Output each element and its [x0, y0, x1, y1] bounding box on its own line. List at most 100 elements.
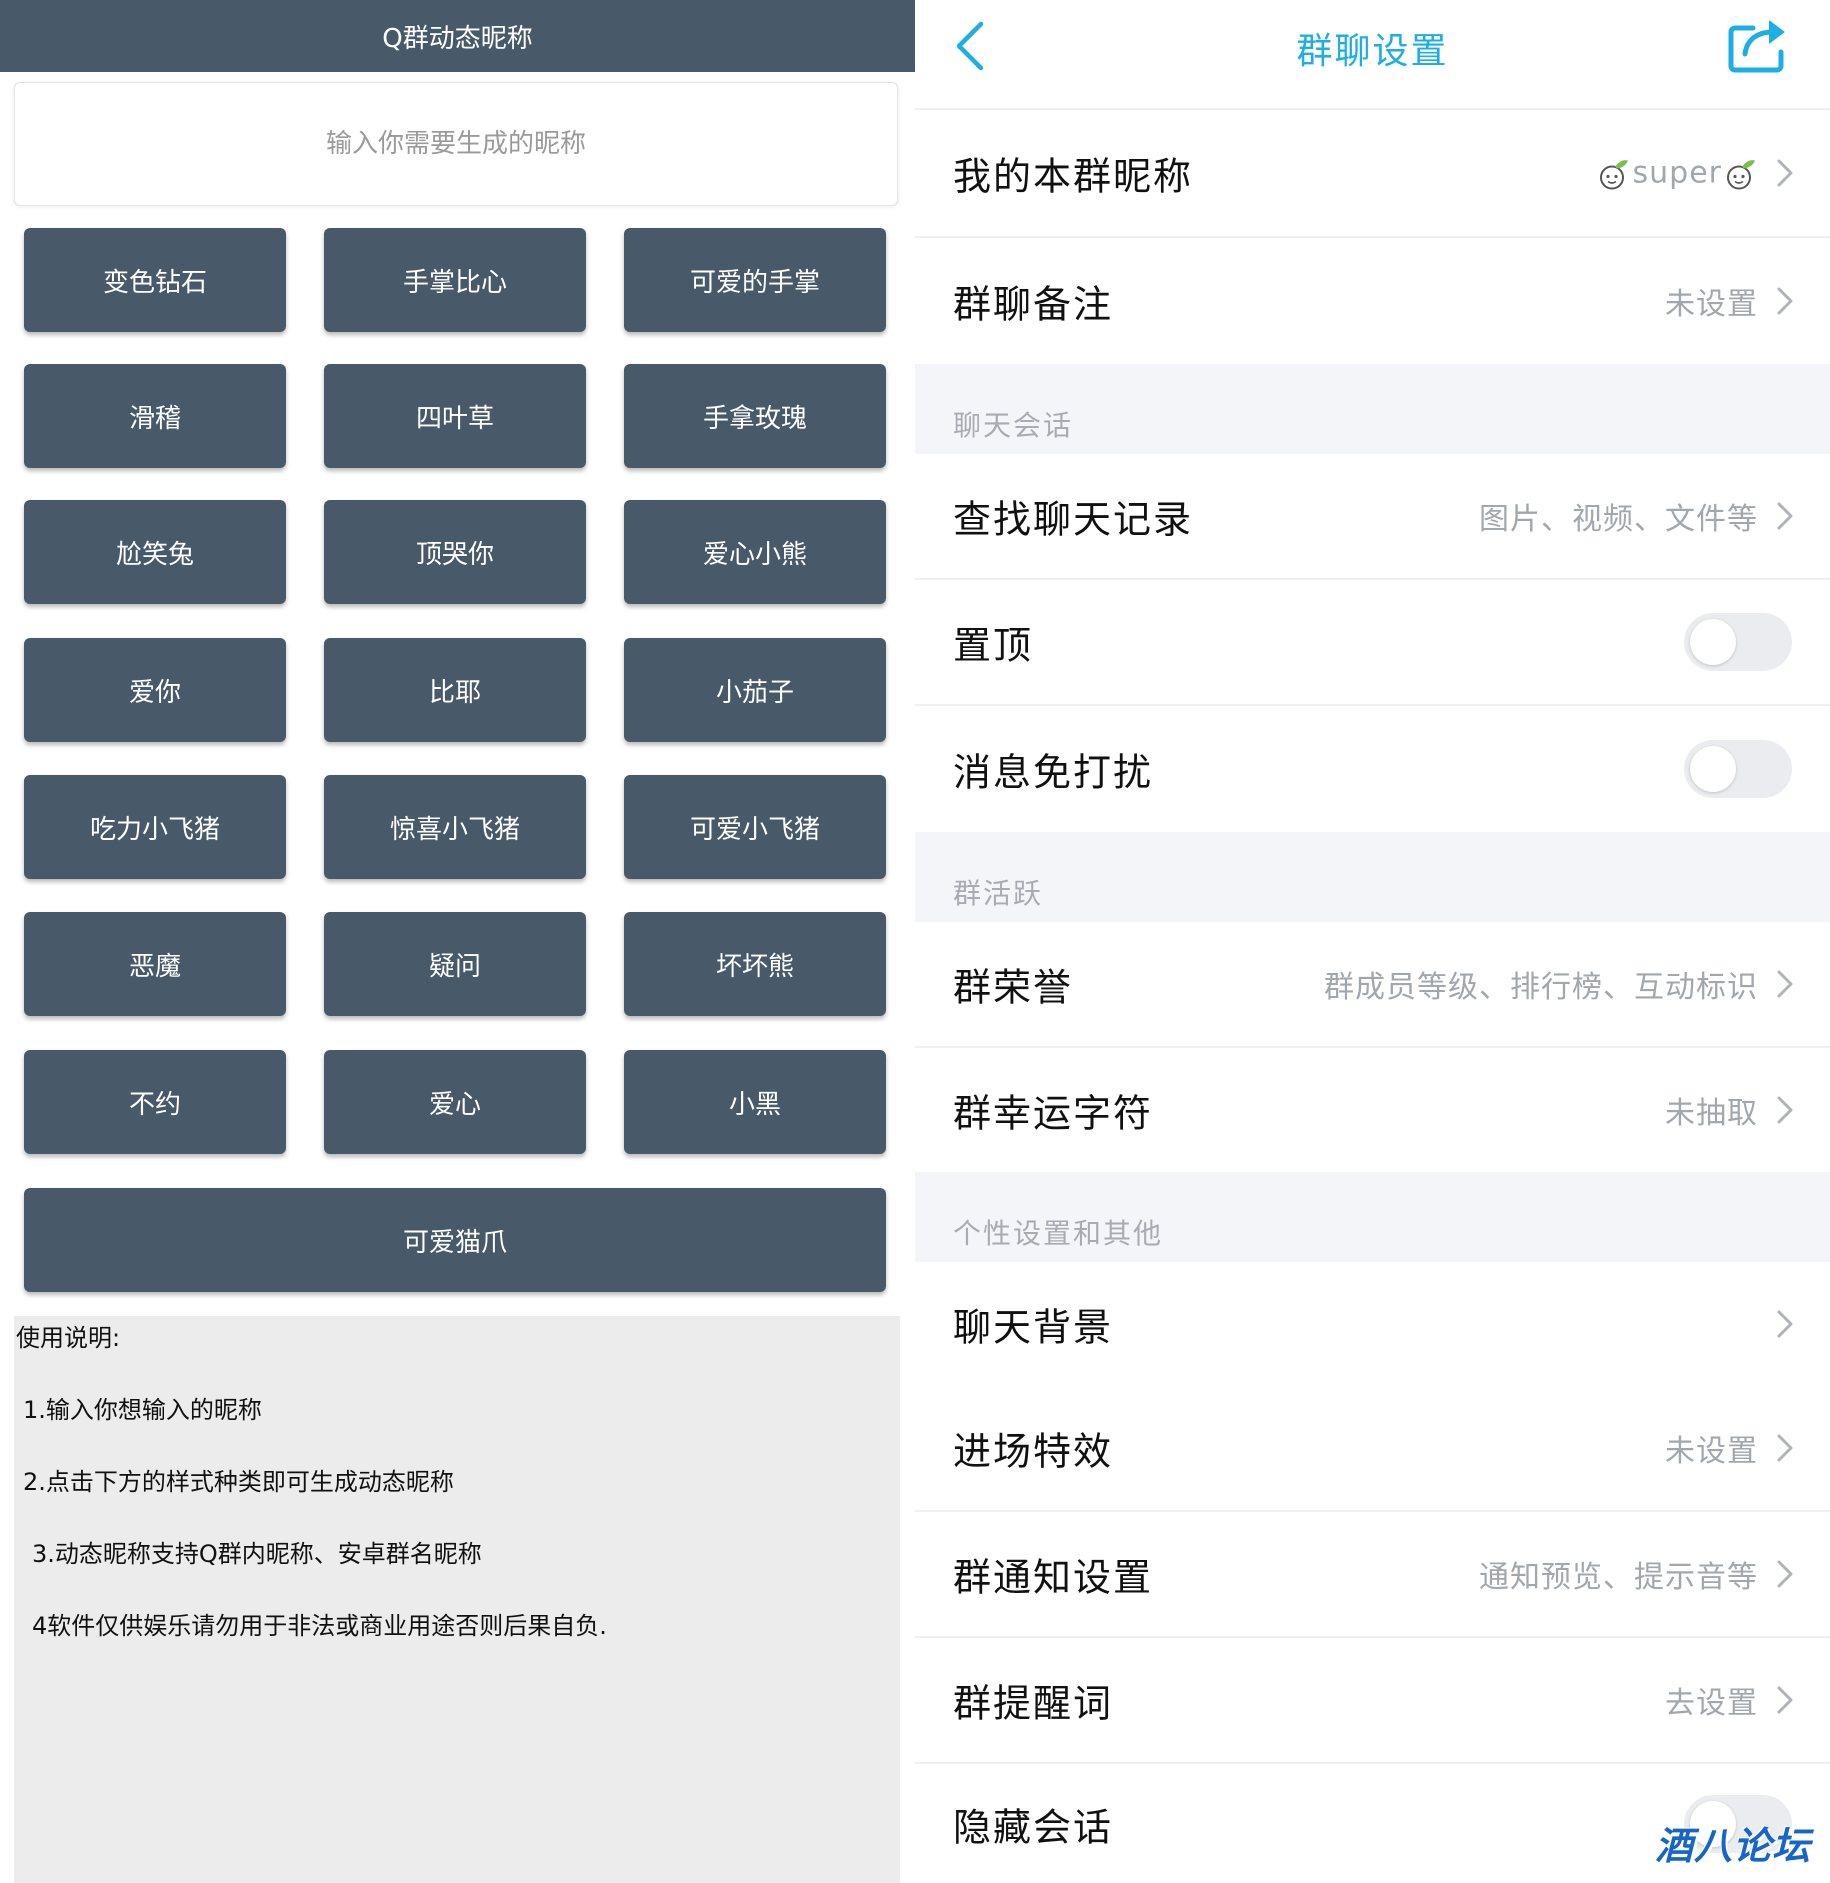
- row-label: 群荣誉: [953, 965, 1074, 1010]
- style-button[interactable]: 变色钻石: [24, 228, 286, 332]
- row-pin-top: 置顶: [915, 580, 1830, 706]
- style-button[interactable]: 尬笑兔: [24, 500, 286, 604]
- chevron-right-icon: [1777, 1686, 1793, 1714]
- style-button[interactable]: 手拿玫瑰: [624, 364, 886, 468]
- style-button-label: 不约: [128, 1089, 181, 1120]
- mute-toggle[interactable]: [1684, 740, 1792, 798]
- row-value: 去设置: [1665, 1686, 1758, 1721]
- row-entry-effect[interactable]: 进场特效 未设置: [915, 1386, 1830, 1512]
- style-button-label: 爱你: [128, 677, 181, 708]
- row-label: 群通知设置: [953, 1555, 1154, 1600]
- instruction-line-4: 4软件仅供娱乐请勿用于非法或商业用途否则后果自负.: [32, 1612, 607, 1640]
- style-button[interactable]: 手掌比心: [324, 228, 586, 332]
- row-chat-background[interactable]: 聊天背景: [915, 1262, 1830, 1386]
- row-reminder-words[interactable]: 群提醒词 去设置: [915, 1638, 1830, 1764]
- style-button-wide[interactable]: 可爱猫爪: [24, 1188, 886, 1292]
- instructions-panel: 使用说明: 1.输入你想输入的昵称 2.点击下方的样式种类即可生成动态昵称 3.…: [14, 1316, 900, 1883]
- style-button[interactable]: 顶哭你: [324, 500, 586, 604]
- row-label: 置顶: [953, 623, 1034, 668]
- style-button[interactable]: 坏坏熊: [624, 912, 886, 1016]
- style-button-label: 可爱小飞猪: [689, 814, 820, 845]
- style-button-label: 滑稽: [128, 403, 181, 434]
- row-my-group-nickname[interactable]: 我的本群昵称 super: [915, 110, 1830, 238]
- section-chat: 聊天会话: [915, 364, 1830, 454]
- style-button-label: 吃力小飞猪: [89, 814, 220, 845]
- watermark-logo: 酒八论坛: [1655, 1824, 1812, 1868]
- chevron-right-icon: [1777, 970, 1793, 998]
- section-label: 个性设置和其他: [953, 1217, 1164, 1250]
- style-button-label: 小黑: [728, 1089, 781, 1120]
- toggle-knob: [1690, 746, 1736, 792]
- style-button[interactable]: 恶魔: [24, 912, 286, 1016]
- row-search-history[interactable]: 查找聊天记录 图片、视频、文件等: [915, 454, 1830, 580]
- row-value: 未抽取: [1665, 1096, 1758, 1131]
- pin-toggle[interactable]: [1684, 613, 1792, 671]
- style-button[interactable]: 爱你: [24, 638, 286, 742]
- nickname-input[interactable]: [14, 82, 898, 206]
- style-button[interactable]: 爱心: [324, 1050, 586, 1154]
- style-button[interactable]: 不约: [24, 1050, 286, 1154]
- section-label: 聊天会话: [953, 409, 1074, 442]
- style-button-label: 变色钻石: [102, 267, 207, 298]
- row-value: 通知预览、提示音等: [1479, 1560, 1758, 1595]
- style-button-label: 手掌比心: [402, 267, 507, 298]
- chevron-right-icon: [1777, 287, 1793, 315]
- row-notification-settings[interactable]: 群通知设置 通知预览、提示音等: [915, 1512, 1830, 1638]
- style-button-label: 四叶草: [415, 403, 494, 434]
- row-lucky-character[interactable]: 群幸运字符 未抽取: [915, 1048, 1830, 1172]
- chevron-right-icon: [1777, 1096, 1793, 1124]
- section-personal: 个性设置和其他: [915, 1172, 1830, 1262]
- row-label: 消息免打扰: [953, 750, 1154, 795]
- row-label: 查找聊天记录: [953, 497, 1194, 542]
- style-button-label: 小茄子: [715, 677, 794, 708]
- style-button-label: 爱心: [428, 1089, 481, 1120]
- style-button[interactable]: 可爱小飞猪: [624, 775, 886, 879]
- style-button-label: 爱心小熊: [702, 539, 807, 570]
- row-value: 群成员等级、排行榜、互动标识: [1324, 970, 1758, 1005]
- style-button[interactable]: 惊喜小飞猪: [324, 775, 586, 879]
- instruction-line-1: 1.输入你想输入的昵称: [23, 1396, 262, 1424]
- style-button[interactable]: 四叶草: [324, 364, 586, 468]
- chevron-right-icon: [1777, 159, 1793, 187]
- cabbage-emoji-icon: [1599, 159, 1628, 189]
- style-button-label: 坏坏熊: [715, 951, 794, 982]
- style-button[interactable]: 吃力小飞猪: [24, 775, 286, 879]
- share-icon[interactable]: [1727, 18, 1789, 74]
- style-button[interactable]: 爱心小熊: [624, 500, 886, 604]
- style-button[interactable]: 小茄子: [624, 638, 886, 742]
- style-button-label: 比耶: [428, 677, 481, 708]
- style-button[interactable]: 小黑: [624, 1050, 886, 1154]
- chevron-right-icon: [1777, 1310, 1793, 1338]
- section-active: 群活跃: [915, 832, 1830, 922]
- row-label: 进场特效: [953, 1429, 1114, 1474]
- row-label: 我的本群昵称: [953, 154, 1194, 199]
- section-label: 群活跃: [953, 877, 1044, 910]
- style-button[interactable]: 比耶: [324, 638, 586, 742]
- generator-title: Q群动态昵称: [382, 23, 533, 54]
- style-button[interactable]: 可爱的手掌: [624, 228, 886, 332]
- style-button-label: 尬笑兔: [115, 539, 194, 570]
- row-group-honor[interactable]: 群荣誉 群成员等级、排行榜、互动标识: [915, 922, 1830, 1048]
- nickname-generator-panel: Q群动态昵称 变色钻石 手掌比心 可爱的手掌滑稽 四叶草 手拿玫瑰尬笑兔 顶哭你 爱心小熊爱…: [0, 0, 915, 1883]
- chevron-right-icon: [1777, 502, 1793, 530]
- settings-header: 群聊设置: [915, 0, 1830, 110]
- chevron-right-icon: [1777, 1434, 1793, 1462]
- row-value: 未设置: [1665, 287, 1758, 322]
- row-label: 群幸运字符: [953, 1091, 1154, 1136]
- instruction-line-2: 2.点击下方的样式种类即可生成动态昵称: [23, 1468, 454, 1496]
- row-label: 群聊备注: [953, 282, 1114, 327]
- style-button-label: 惊喜小飞猪: [389, 814, 520, 845]
- style-button-label: 可爱的手掌: [689, 267, 820, 298]
- nickname-text: super: [1632, 155, 1722, 191]
- row-value: super: [1597, 156, 1758, 191]
- row-group-remark[interactable]: 群聊备注 未设置: [915, 238, 1830, 364]
- row-value: 图片、视频、文件等: [1479, 502, 1758, 537]
- instruction-line-3: 3.动态昵称支持Q群内昵称、安卓群名昵称: [32, 1540, 482, 1568]
- row-label: 隐藏会话: [953, 1805, 1114, 1849]
- style-button[interactable]: 疑问: [324, 912, 586, 1016]
- generator-header: Q群动态昵称: [0, 0, 915, 72]
- style-button[interactable]: 滑稽: [24, 364, 286, 468]
- style-button-label: 疑问: [428, 951, 481, 982]
- style-button-label: 可爱猫爪: [402, 1227, 507, 1258]
- row-value: 未设置: [1665, 1434, 1758, 1469]
